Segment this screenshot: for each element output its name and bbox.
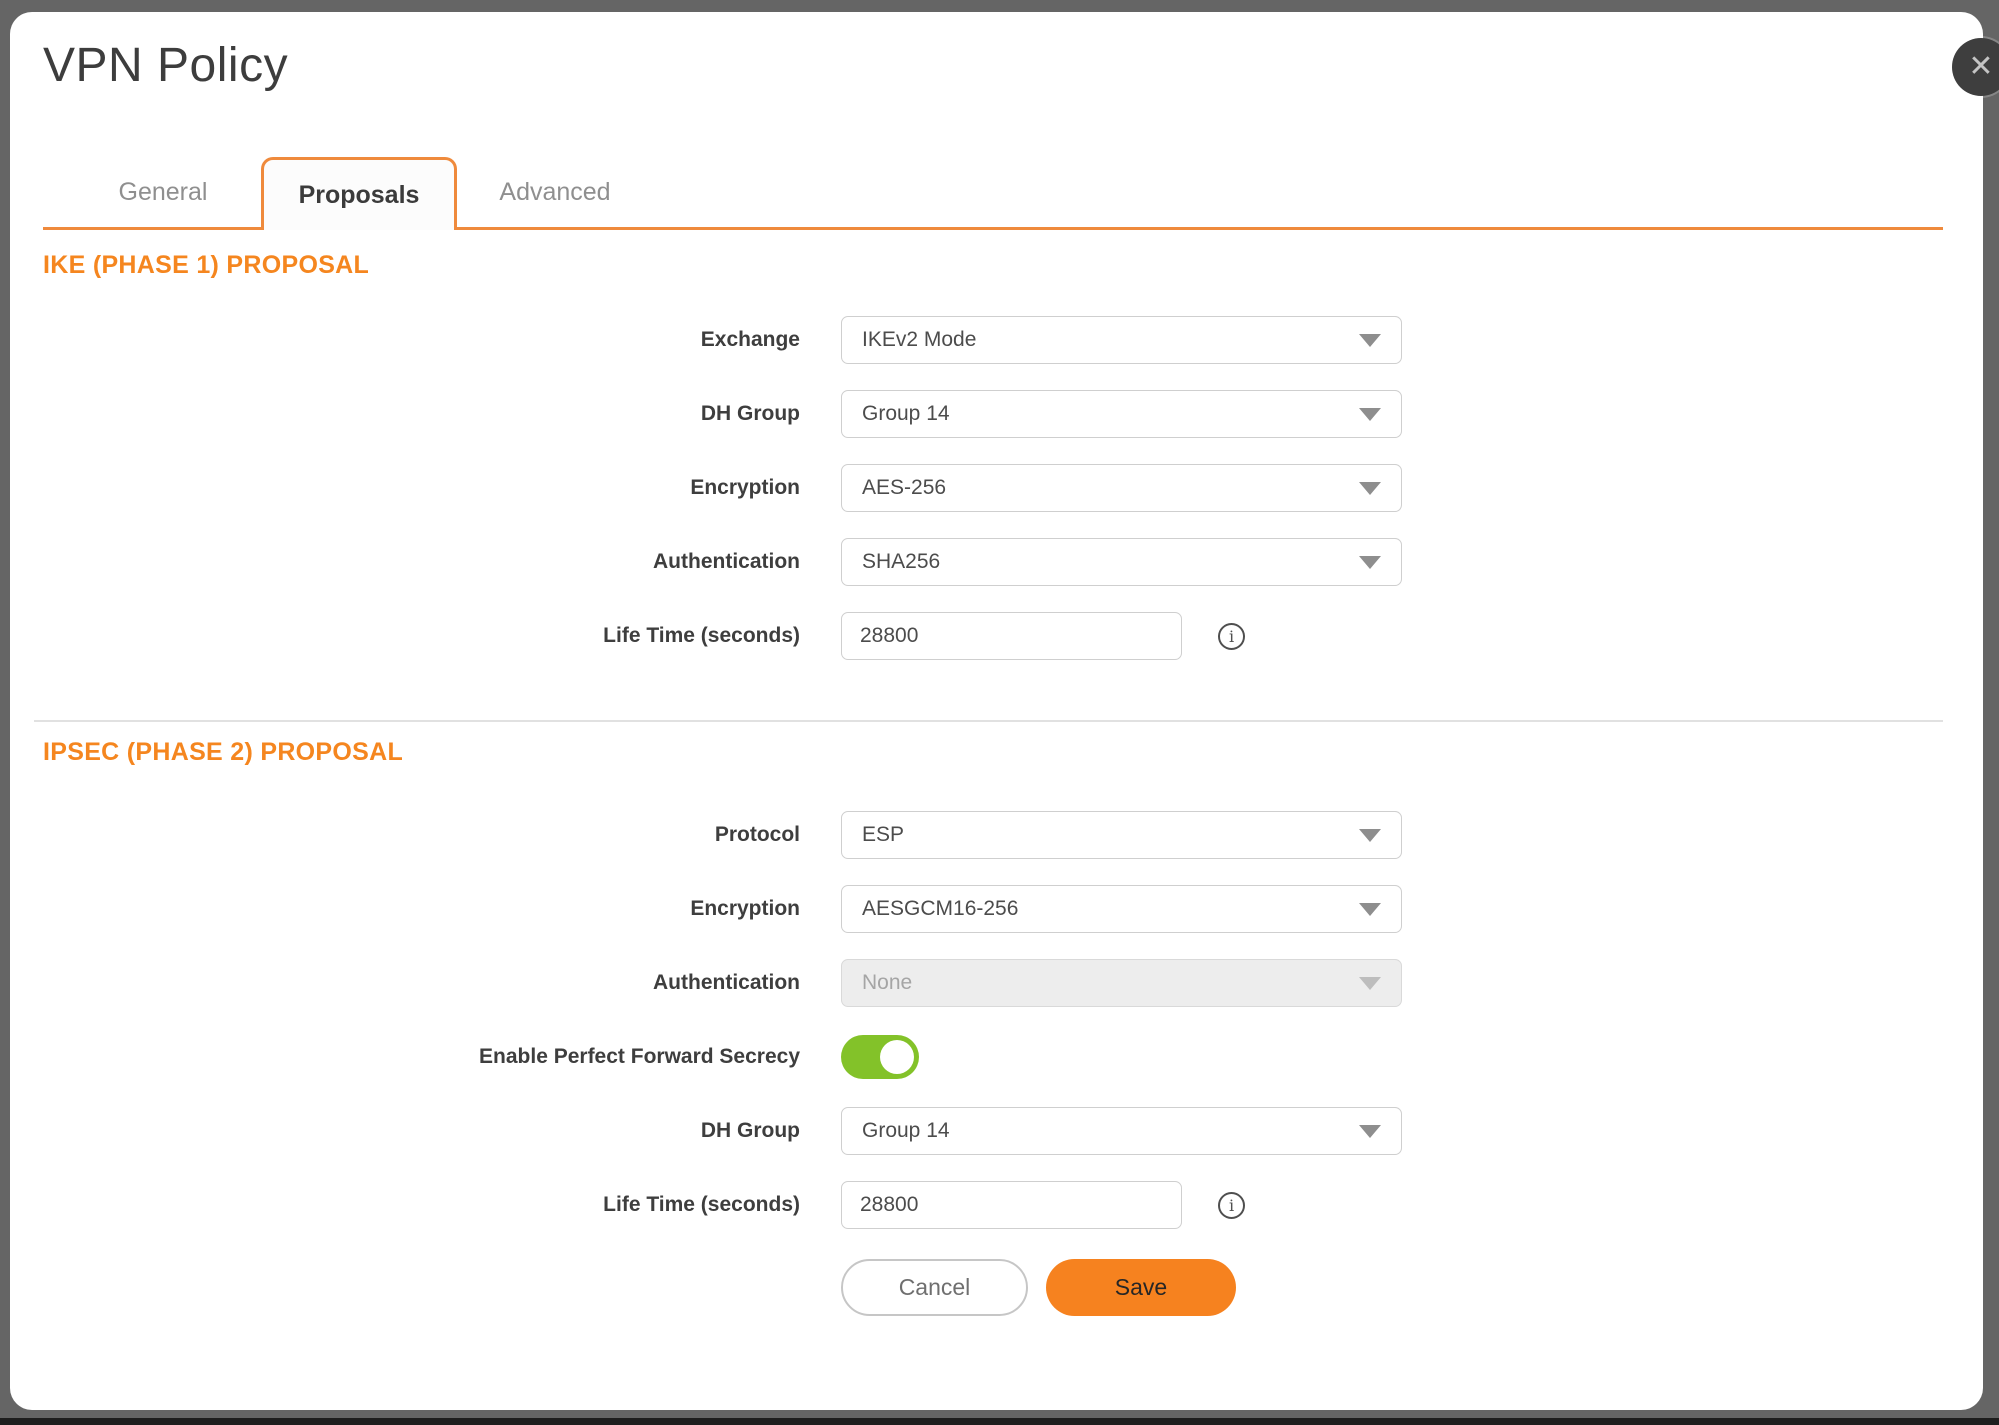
info-icon[interactable]: i <box>1218 623 1245 650</box>
form-row-pfs: Enable Perfect Forward Secrecy <box>10 1033 1983 1081</box>
form-row-dh-group-phase2: DH Group Group 14 <box>10 1107 1983 1155</box>
form-row-dh-group: DH Group Group 14 <box>10 390 1983 438</box>
exchange-select-value: IKEv2 Mode <box>862 328 976 352</box>
chevron-down-icon <box>1359 334 1381 347</box>
ike-phase1-rows: Exchange IKEv2 Mode DH Group Group 14 <box>10 316 1983 660</box>
tab-advanced-label: Advanced <box>499 178 610 207</box>
toggle-knob <box>880 1040 914 1074</box>
encryption-select[interactable]: AES-256 <box>841 464 1402 512</box>
chevron-down-icon <box>1359 829 1381 842</box>
dh-group-phase2-select[interactable]: Group 14 <box>841 1107 1402 1155</box>
dh-group-label: DH Group <box>10 402 841 426</box>
tab-general[interactable]: General <box>65 157 261 227</box>
form-row-encryption-phase2: Encryption AESGCM16-256 <box>10 885 1983 933</box>
authentication-phase2-select: None <box>841 959 1402 1007</box>
authentication-phase2-label: Authentication <box>10 971 841 995</box>
info-icon[interactable]: i <box>1218 1192 1245 1219</box>
page-title: VPN Policy <box>43 38 288 93</box>
form-row-life-time: Life Time (seconds) i <box>10 612 1983 660</box>
ike-phase1-heading: IKE (PHASE 1) PROPOSAL <box>43 251 1983 280</box>
encryption-phase2-select[interactable]: AESGCM16-256 <box>841 885 1402 933</box>
form-row-encryption: Encryption AES-256 <box>10 464 1983 512</box>
form-row-exchange: Exchange IKEv2 Mode <box>10 316 1983 364</box>
chevron-down-icon <box>1359 482 1381 495</box>
encryption-label: Encryption <box>10 476 841 500</box>
exchange-select[interactable]: IKEv2 Mode <box>841 316 1402 364</box>
dh-group-phase2-label: DH Group <box>10 1119 841 1143</box>
dh-group-phase2-select-value: Group 14 <box>862 1119 950 1143</box>
tab-advanced[interactable]: Advanced <box>457 157 653 227</box>
encryption-select-value: AES-256 <box>862 476 946 500</box>
dh-group-select[interactable]: Group 14 <box>841 390 1402 438</box>
life-time-phase2-input[interactable] <box>841 1181 1182 1229</box>
protocol-select-value: ESP <box>862 823 904 847</box>
encryption-phase2-select-value: AESGCM16-256 <box>862 897 1018 921</box>
save-button[interactable]: Save <box>1046 1259 1236 1316</box>
life-time-phase2-label: Life Time (seconds) <box>10 1193 841 1217</box>
encryption-phase2-label: Encryption <box>10 897 841 921</box>
tab-proposals-label: Proposals <box>299 181 420 210</box>
ipsec-phase2-heading: IPSEC (PHASE 2) PROPOSAL <box>43 738 1983 767</box>
pfs-toggle[interactable] <box>841 1035 919 1079</box>
window-bottom-edge <box>0 1418 1999 1425</box>
chevron-down-icon <box>1359 977 1381 990</box>
life-time-label: Life Time (seconds) <box>10 624 841 648</box>
authentication-select[interactable]: SHA256 <box>841 538 1402 586</box>
authentication-select-value: SHA256 <box>862 550 940 574</box>
authentication-phase2-select-value: None <box>862 971 912 995</box>
tab-general-label: General <box>119 178 208 207</box>
tab-proposals[interactable]: Proposals <box>261 157 457 230</box>
pfs-label: Enable Perfect Forward Secrecy <box>10 1045 841 1069</box>
form-row-authentication-phase2: Authentication None <box>10 959 1983 1007</box>
chevron-down-icon <box>1359 556 1381 569</box>
form-row-protocol: Protocol ESP <box>10 811 1983 859</box>
cancel-button[interactable]: Cancel <box>841 1259 1028 1316</box>
protocol-label: Protocol <box>10 823 841 847</box>
authentication-label: Authentication <box>10 550 841 574</box>
section-divider <box>34 720 1943 722</box>
dh-group-select-value: Group 14 <box>862 402 950 426</box>
form-row-life-time-phase2: Life Time (seconds) i <box>10 1181 1983 1229</box>
chevron-down-icon <box>1359 903 1381 916</box>
vpn-policy-dialog: VPN Policy General Proposals Advanced IK… <box>10 12 1983 1410</box>
form-row-authentication: Authentication SHA256 <box>10 538 1983 586</box>
chevron-down-icon <box>1359 408 1381 421</box>
chevron-down-icon <box>1359 1125 1381 1138</box>
dialog-footer: Cancel Save <box>841 1259 1983 1316</box>
protocol-select[interactable]: ESP <box>841 811 1402 859</box>
exchange-label: Exchange <box>10 328 841 352</box>
proposals-tab-content: IKE (PHASE 1) PROPOSAL Exchange IKEv2 Mo… <box>10 233 1983 1316</box>
screen: { "dialog": { "title": "VPN Policy" }, "… <box>0 0 1999 1425</box>
life-time-input[interactable] <box>841 612 1182 660</box>
ipsec-phase2-rows: Protocol ESP Encryption AESGCM16-256 <box>10 811 1983 1229</box>
tab-bar: General Proposals Advanced <box>43 157 1943 230</box>
